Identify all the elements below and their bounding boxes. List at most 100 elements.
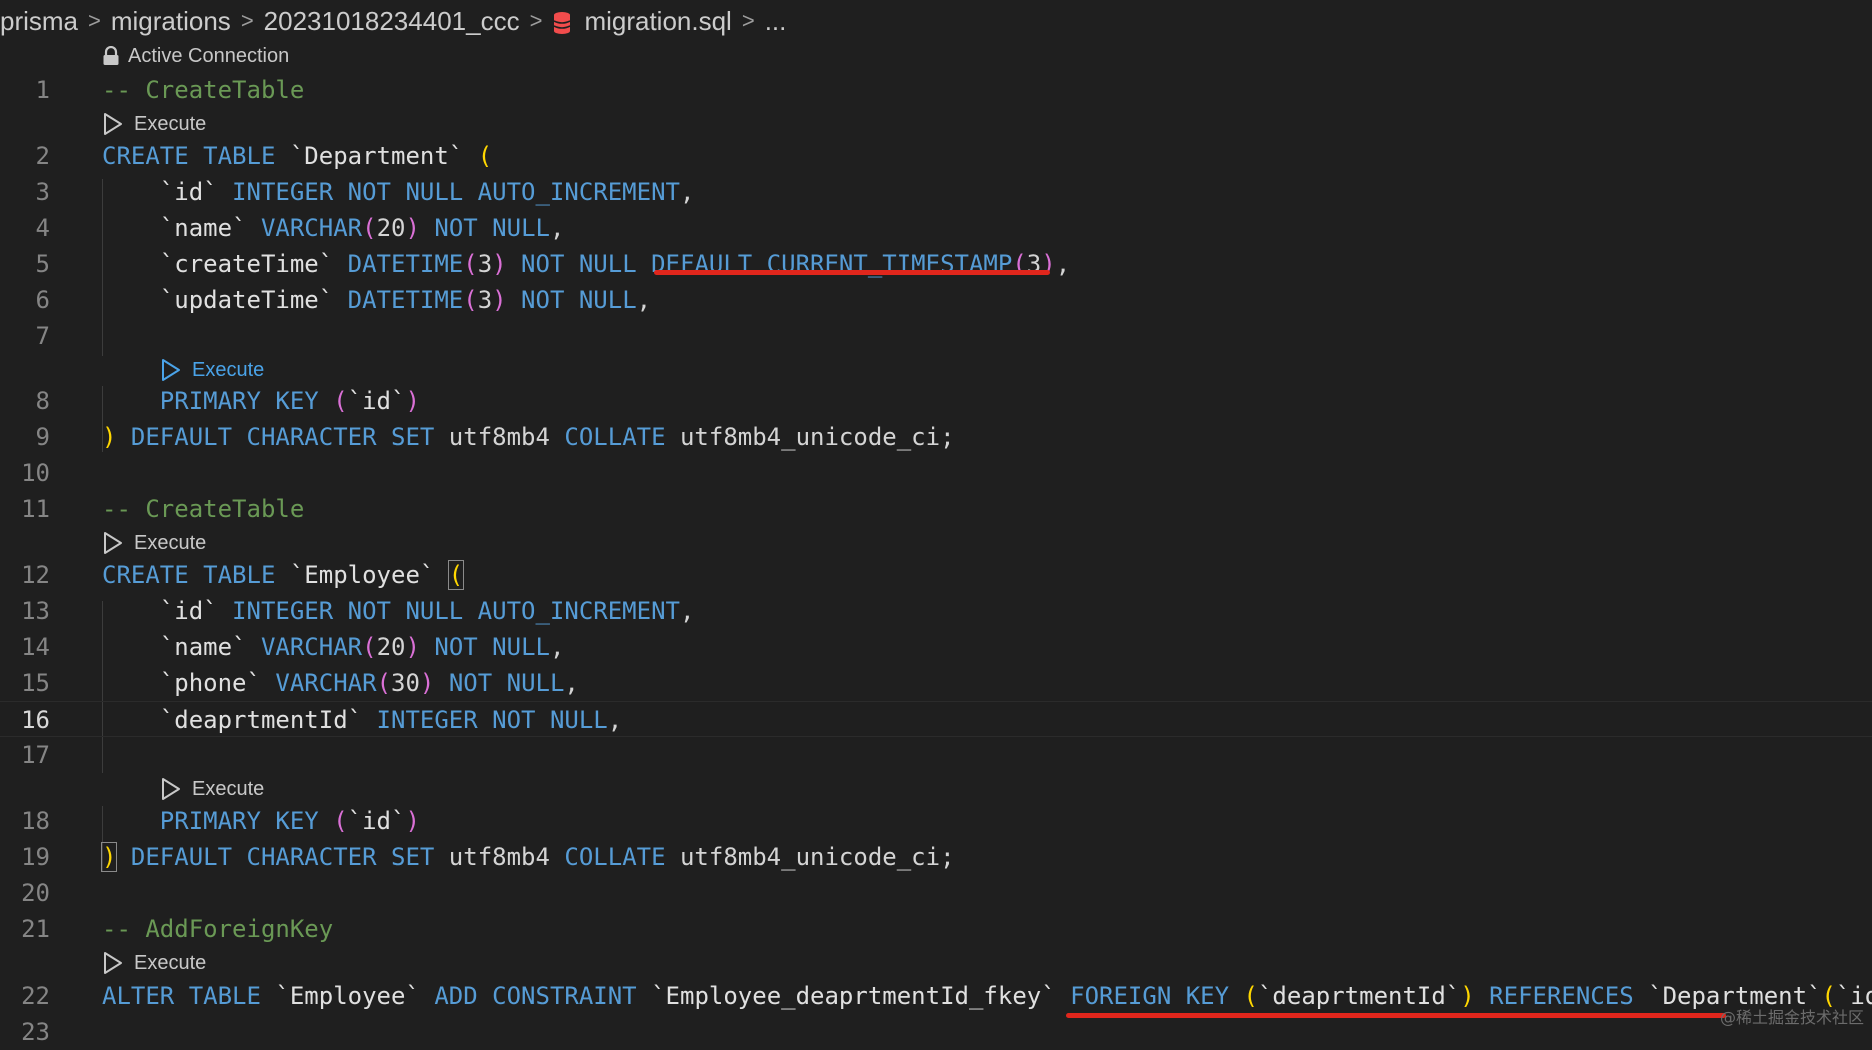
code-token: ( xyxy=(1243,982,1258,1010)
code-line[interactable]: 11 -- CreateTable xyxy=(0,491,1872,527)
code-token: DATETIME xyxy=(347,250,464,278)
breadcrumb-separator: > xyxy=(741,8,755,33)
code-token: 20 xyxy=(376,214,406,242)
code-line[interactable]: 21 -- AddForeignKey xyxy=(0,911,1872,947)
code-line[interactable]: 7 xyxy=(0,318,1872,354)
code-line[interactable]: 14 `name` VARCHAR(20) NOT NULL, xyxy=(0,629,1872,665)
code-line[interactable]: 15 `phone` VARCHAR(30) NOT NULL, xyxy=(0,665,1872,701)
line-number: 11 xyxy=(21,495,50,523)
code-token: INTEGER NOT NULL AUTO_INCREMENT xyxy=(232,178,680,206)
code-token: VARCHAR xyxy=(275,669,377,697)
code-line[interactable]: 16 `deaprtmentId` INTEGER NOT NULL, xyxy=(0,701,1872,737)
code-line[interactable]: 20 xyxy=(0,875,1872,911)
execute-codelens[interactable]: Execute xyxy=(160,355,264,385)
code-line[interactable]: 18 PRIMARY KEY (`id`) xyxy=(0,803,1872,839)
line-number: 9 xyxy=(35,423,50,451)
code-line[interactable]: 1 -- CreateTable xyxy=(0,72,1872,108)
code-token: , xyxy=(679,178,695,206)
execute-codelens[interactable]: Execute xyxy=(102,948,206,978)
play-icon xyxy=(104,952,122,974)
code-token: `phone` xyxy=(159,669,261,697)
line-number: 2 xyxy=(35,142,50,170)
code-line[interactable]: 9) DEFAULT CHARACTER SET utf8mb4 COLLATE… xyxy=(0,419,1872,455)
line-number: 21 xyxy=(21,915,50,943)
code-text: `deaprtmentId` INTEGER NOT NULL, xyxy=(102,702,622,738)
watermark: @稀土掘金技术社区 xyxy=(1719,1008,1864,1027)
code-token: `id` xyxy=(159,597,218,625)
code-token: utf8mb4 xyxy=(448,423,565,451)
code-line[interactable]: 6 `updateTime` DATETIME(3) NOT NULL, xyxy=(0,282,1872,318)
code-token: `Employee` xyxy=(275,982,420,1010)
execute-codelens[interactable]: Execute xyxy=(102,109,206,139)
code-line[interactable]: 10 xyxy=(0,455,1872,491)
code-line[interactable]: 23 xyxy=(0,1014,1872,1050)
code-token: , xyxy=(564,669,579,697)
code-token: ( xyxy=(477,142,493,170)
active-connection-lens[interactable]: Active Connection xyxy=(102,41,289,71)
code-token: , xyxy=(636,286,652,314)
code-token: ) xyxy=(405,387,420,415)
code-line[interactable]: 12 CREATE TABLE `Employee` ( xyxy=(0,557,1872,593)
breadcrumb-item-migration-folder[interactable]: 20231018234401_ccc xyxy=(264,6,520,37)
execute-codelens[interactable]: Execute xyxy=(160,774,264,804)
breadcrumb-separator: > xyxy=(529,8,543,33)
code-line[interactable]: 3 `id` INTEGER NOT NULL AUTO_INCREMENT, xyxy=(0,174,1872,210)
breadcrumb-separator: > xyxy=(240,8,254,33)
code-line[interactable]: 19 ) DEFAULT CHARACTER SET utf8mb4 COLLAT… xyxy=(0,839,1872,875)
breadcrumb-item-prisma[interactable]: prisma xyxy=(0,6,78,37)
play-icon xyxy=(162,359,180,381)
line-number: 1 xyxy=(35,76,50,104)
code-text: `name` VARCHAR(20) NOT NULL, xyxy=(102,629,565,665)
code-line[interactable]: 2 CREATE TABLE `Department` ( xyxy=(0,138,1872,174)
line-number: 19 xyxy=(21,843,50,871)
execute-codelens[interactable]: Execute xyxy=(102,528,206,558)
code-line[interactable]: 22 ALTER TABLE `Employee` ADD CONSTRAINT … xyxy=(0,978,1872,1014)
code-token: ) xyxy=(1460,982,1475,1010)
code-text: -- CreateTable xyxy=(102,72,304,108)
code-line[interactable]: 13 `id` INTEGER NOT NULL AUTO_INCREMENT, xyxy=(0,593,1872,629)
code-token: REFERENCES xyxy=(1489,982,1649,1010)
code-line[interactable]: 17 xyxy=(0,737,1872,773)
code-token: -- CreateTable xyxy=(102,495,305,523)
code-text: ) DEFAULT CHARACTER SET utf8mb4 COLLATE … xyxy=(100,839,955,875)
code-token: ( xyxy=(333,387,348,415)
code-token: ADD CONSTRAINT xyxy=(434,982,652,1010)
line-number: 14 xyxy=(21,633,50,661)
breadcrumb-item-migrations[interactable]: migrations xyxy=(111,6,231,37)
active-connection-label: Active Connection xyxy=(128,44,290,67)
code-token: VARCHAR xyxy=(260,633,363,661)
breadcrumb-item-file[interactable]: migration.sql xyxy=(584,6,731,37)
code-token: -- AddForeignKey xyxy=(102,915,334,943)
code-token: CREATE TABLE xyxy=(102,561,290,589)
code-line[interactable]: 8 PRIMARY KEY (`id`) xyxy=(0,383,1872,419)
code-token: , xyxy=(549,633,565,661)
code-token: ) xyxy=(405,633,420,661)
line-number: 7 xyxy=(35,322,50,350)
line-number: 6 xyxy=(35,286,50,314)
code-token: VARCHAR xyxy=(260,214,363,242)
code-line[interactable]: 4 `name` VARCHAR(20) NOT NULL, xyxy=(0,210,1872,246)
line-number: 17 xyxy=(21,741,50,769)
code-text: -- CreateTable xyxy=(102,491,304,527)
code-token: ) xyxy=(492,286,507,314)
code-token: PRIMARY KEY xyxy=(159,807,334,835)
code-token: ( xyxy=(333,807,348,835)
code-token: DATETIME xyxy=(347,286,464,314)
line-number: 13 xyxy=(21,597,50,625)
breadcrumb-item-symbols[interactable]: ... xyxy=(765,6,787,37)
code-line[interactable]: 5 `createTime` DATETIME(3) NOT NULL DEFA… xyxy=(0,246,1872,282)
